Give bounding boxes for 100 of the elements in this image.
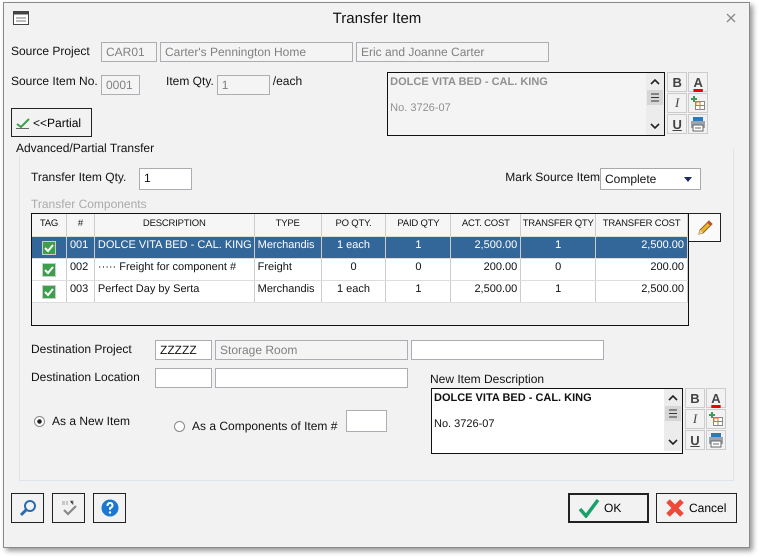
project-code-field[interactable]: ZZZZZ: [155, 340, 212, 360]
insert-table-button[interactable]: [706, 409, 726, 429]
pencil-icon: [696, 218, 714, 236]
table-cell: DOLCE VITA BED - CAL. KING: [94, 237, 255, 258]
column-header[interactable]: TYPE: [254, 214, 322, 236]
table-cell: 0: [322, 259, 386, 280]
table-cell: 1: [386, 281, 452, 302]
table-row[interactable]: 001 DOLCE VITA BED - CAL. KING Merchandis 1 each 1 2,500.00 1 2,500.00: [32, 237, 688, 259]
table-cell: ····· Freight for component #: [94, 259, 255, 280]
description-editor[interactable]: DOLCE VITA BED - CAL. KING No. 3726-07: [431, 388, 683, 454]
table-cell: 001: [66, 237, 95, 258]
table-cell: 1 each: [322, 237, 386, 258]
project-name-field[interactable]: Storage Room: [215, 340, 408, 360]
spellcheck-button[interactable]: [52, 493, 85, 523]
table-cell: 1: [386, 237, 452, 258]
field-label: Destination Project: [31, 342, 133, 356]
table-row[interactable]: 003 Perfect Day by Serta Merchandis 1 each 1 2,500.00 1 2,500.00: [32, 281, 688, 303]
close-icon: [726, 13, 736, 23]
window-title: Transfer Item: [332, 10, 422, 26]
radio-button[interactable]: As a New Item: [34, 414, 130, 428]
search-icon: [18, 499, 36, 517]
field-label: Source Project: [11, 44, 91, 58]
table-cell: 2,500.00: [596, 237, 688, 258]
table-cell: 1 each: [322, 281, 386, 302]
print-button[interactable]: [688, 114, 708, 134]
table-cell: Merchandis: [254, 237, 322, 258]
insert-table-button[interactable]: [688, 93, 708, 113]
field-label: New Item Description: [430, 372, 546, 386]
edit-button[interactable]: [689, 213, 721, 242]
table-cell: 200.00: [451, 259, 522, 280]
table-cell: 1: [521, 237, 596, 258]
client-field[interactable]: Eric and Joanne Carter: [356, 42, 549, 62]
checkmark-icon: [578, 498, 600, 518]
table-cell: 0: [386, 259, 452, 280]
ok-button[interactable]: OK: [568, 493, 649, 523]
item-number-field[interactable]: 0001: [101, 75, 140, 95]
table-plus-icon: [690, 95, 706, 111]
memo-line: No. 3726-07: [434, 418, 496, 430]
text-field[interactable]: [411, 340, 604, 360]
table-cell: 1: [521, 281, 596, 302]
column-header[interactable]: DESCRIPTION: [94, 214, 255, 236]
memo-line: DOLCE VITA BED - CAL. KING: [434, 392, 593, 404]
table-cell: 2,500.00: [596, 281, 688, 302]
table-cell: 002: [66, 259, 95, 280]
table-cell: Freight: [254, 259, 322, 280]
search-button[interactable]: [11, 493, 44, 523]
table-cell: Perfect Day by Serta: [94, 281, 255, 302]
column-header[interactable]: TRANSFER QTY: [521, 214, 596, 236]
radio-button[interactable]: As a Components of Item #: [174, 419, 338, 433]
table-cell: 003: [66, 281, 95, 302]
close-button[interactable]: [725, 12, 737, 24]
location-code-field[interactable]: [155, 368, 212, 388]
scrollbar-drawing: [664, 389, 682, 451]
field-label: Item Qty.: [166, 74, 214, 88]
spellcheck-icon: [60, 499, 78, 517]
status-dropdown[interactable]: Complete: [600, 168, 701, 190]
quantity-field[interactable]: 1: [216, 75, 270, 95]
printer-icon: [708, 432, 724, 448]
bold-button[interactable]: B: [685, 388, 705, 408]
section-label: Transfer Components: [31, 197, 148, 211]
checkbox[interactable]: [42, 240, 56, 254]
table-row[interactable]: 002 ····· Freight for component # Freight 0 0 200.00 0 200.00: [32, 259, 688, 281]
cancel-button[interactable]: Cancel: [656, 493, 737, 523]
table-cell: 2,500.00: [451, 237, 522, 258]
column-header[interactable]: TAG: [32, 214, 67, 236]
table-cell: Merchandis: [254, 281, 322, 302]
transfer-qty-field[interactable]: 1: [139, 168, 192, 190]
item-number-field[interactable]: [346, 410, 388, 432]
table-cell: 0: [521, 259, 596, 280]
column-header[interactable]: #: [66, 214, 95, 236]
column-header[interactable]: TRANSFER COST: [596, 214, 688, 236]
project-code-field[interactable]: CAR01: [101, 42, 157, 62]
field-label: Transfer Item Qty.: [31, 170, 128, 184]
checkbox[interactable]: [42, 284, 56, 298]
location-name-field[interactable]: [215, 368, 408, 388]
field-label: Destination Location: [31, 370, 141, 384]
caret-icon: [684, 176, 692, 182]
field-label: Mark Source Item: [505, 170, 600, 184]
unit-label: /each: [272, 74, 302, 88]
underline-button[interactable]: U: [685, 430, 705, 450]
help-icon: [100, 499, 118, 517]
table-cell: 200.00: [596, 259, 688, 280]
column-header[interactable]: PO QTY.: [322, 214, 386, 236]
column-header[interactable]: ACT. COST: [451, 214, 522, 236]
memo-line: No. 3726-07: [390, 102, 452, 114]
column-header[interactable]: PAID QTY: [386, 214, 452, 236]
project-name-field[interactable]: Carter's Pennington Home: [160, 42, 353, 62]
checkmark-icon: [16, 116, 30, 128]
printer-icon: [690, 116, 706, 132]
field-label: Source Item No.: [11, 74, 99, 88]
help-button[interactable]: [93, 493, 126, 523]
print-button[interactable]: [706, 430, 726, 450]
font-color-button[interactable]: A: [706, 388, 726, 408]
checkbox[interactable]: [42, 262, 56, 276]
table-cell: 2,500.00: [451, 281, 522, 302]
partial-button[interactable]: <<Partial: [11, 108, 92, 137]
italic-button[interactable]: I: [685, 409, 705, 429]
memo-line: DOLCE VITA BED - CAL. KING: [390, 76, 549, 88]
cross-icon: [665, 498, 685, 518]
scrollbar-drawing: [646, 73, 664, 135]
